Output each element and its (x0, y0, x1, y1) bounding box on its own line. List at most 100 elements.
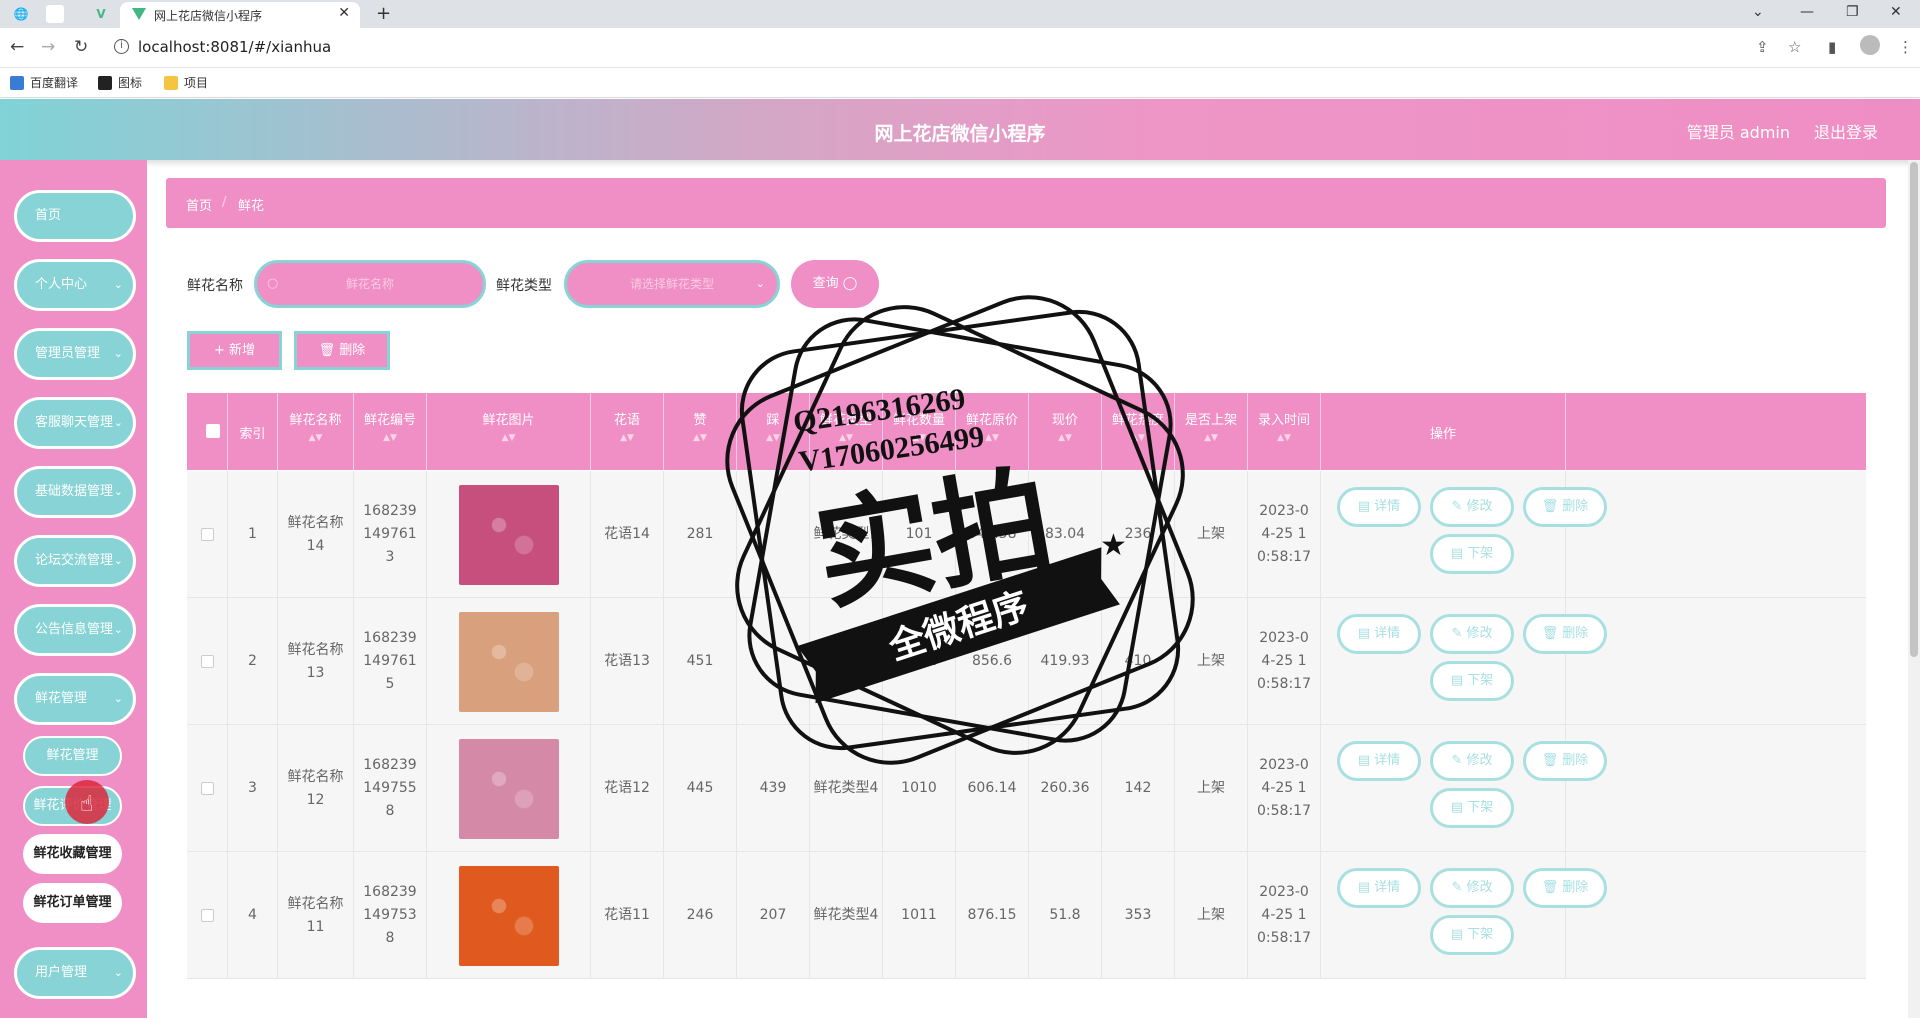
edit-button[interactable]: ✎ 修改 (1430, 868, 1514, 908)
sort-icon[interactable]: ▲▼ (427, 433, 590, 443)
tab-list-icon[interactable]: ⌄ (1752, 4, 1764, 20)
delete-button[interactable]: 🗑 删除 (1523, 614, 1607, 654)
detail-label: 详情 (1374, 626, 1401, 641)
sidebar-item-flowers[interactable]: 鲜花管理 ⌄ (14, 673, 136, 725)
table-cell-time: 2023-04-25 10:58:17 (1248, 471, 1321, 598)
sidebar-item-admin[interactable]: 管理员管理 ⌄ (14, 328, 136, 380)
sidebar-item-chat[interactable]: 客服聊天管理 ⌄ (14, 397, 136, 449)
row-checkbox[interactable] (200, 528, 214, 541)
detail-button[interactable]: ▤ 详情 (1337, 487, 1421, 527)
breadcrumb-separator: / (222, 195, 227, 210)
sidebar-sub-flower-favorite[interactable]: 鲜花收藏管理 (23, 834, 122, 874)
column-header[interactable]: 鲜花图片 ▲▼ (427, 393, 591, 470)
sidebar-item-forum[interactable]: 论坛交流管理 ⌄ (14, 535, 136, 587)
sidebar-item-home[interactable]: 首页 (14, 190, 136, 242)
cell-text: 3 (248, 780, 257, 796)
back-icon[interactable]: ← (10, 37, 24, 57)
new-tab-button[interactable]: + (376, 3, 391, 24)
bookmark-baidu-translate[interactable]: 百度翻译 (10, 74, 78, 91)
sidebar-item-profile[interactable]: 个人中心 ⌄ (14, 259, 136, 311)
page-scrollbar-thumb[interactable] (1910, 162, 1918, 657)
column-header[interactable]: 录入时间 ▲▼ (1248, 393, 1321, 470)
detail-button[interactable]: ▤ 详情 (1337, 614, 1421, 654)
cell-text: 上架 (1197, 653, 1225, 669)
sidebar-sub-flower-order[interactable]: 鲜花订单管理 (23, 883, 122, 923)
edit-button[interactable]: ✎ 修改 (1430, 741, 1514, 781)
delete-button[interactable]: 🗑 删除 (294, 331, 390, 370)
cell-text: 445 (686, 780, 714, 796)
current-user: 管理员 admin (1686, 123, 1790, 142)
url-text[interactable]: localhost:8081/#/xianhua (138, 38, 331, 56)
sidebar-item-basedata[interactable]: 基础数据管理 ⌄ (14, 466, 136, 518)
delete-label: 删除 (1562, 499, 1589, 514)
minimize-icon[interactable]: — (1800, 4, 1814, 20)
column-header[interactable]: 鲜花编号 ▲▼ (354, 393, 427, 470)
bookmark-project[interactable]: 项目 (164, 74, 208, 91)
bookmark-icons[interactable]: 图标 (98, 74, 142, 91)
offshelf-button[interactable]: ▤ 下架 (1430, 788, 1514, 828)
chevron-down-icon: ⌄ (113, 485, 123, 498)
offshelf-icon: ▤ (1450, 800, 1464, 815)
column-header-label: 录入时间 (1257, 413, 1310, 428)
menu-dots-icon[interactable]: ⋮ (1898, 38, 1913, 56)
table-cell-actions: ▤ 详情 ✎ 修改 🗑 删除 ▤ 下架 (1321, 852, 1607, 979)
maximize-icon[interactable]: ❐ (1846, 4, 1859, 20)
detail-button[interactable]: ▤ 详情 (1337, 868, 1421, 908)
active-tab[interactable]: 网上花店微信小程序 ✕ (120, 2, 360, 28)
detail-icon: ▤ (1357, 626, 1371, 641)
star-icon[interactable]: ☆ (1788, 38, 1801, 56)
url-omnibox[interactable]: i localhost:8081/#/xianhua (104, 34, 1784, 62)
sidebar-item-notice[interactable]: 公告信息管理 ⌄ (14, 604, 136, 656)
sidebar-sub-flower-manage[interactable]: 鲜花管理 (23, 736, 122, 776)
offshelf-icon: ▤ (1450, 673, 1464, 688)
row-checkbox-cell (187, 598, 228, 725)
row-checkbox[interactable] (200, 655, 214, 668)
sort-icon[interactable]: ▲▼ (1248, 433, 1320, 443)
profile-avatar[interactable] (1860, 35, 1880, 55)
table-cell-code: 1682391497538 (354, 852, 427, 979)
sort-icon[interactable]: ▲▼ (354, 433, 426, 443)
reload-icon[interactable]: ↻ (74, 37, 88, 57)
select-all-checkbox[interactable] (206, 424, 220, 438)
image-icon (98, 75, 112, 90)
detail-button[interactable]: ▤ 详情 (1337, 741, 1421, 781)
window-close-icon[interactable]: ✕ (1890, 4, 1902, 20)
row-checkbox[interactable] (200, 909, 214, 922)
sidepanel-icon[interactable]: ▮ (1828, 38, 1836, 56)
detail-label: 详情 (1374, 753, 1401, 768)
add-button[interactable]: + 新增 (187, 331, 282, 370)
share-icon[interactable]: ⇪ (1756, 38, 1769, 56)
vue-tab-icon[interactable]: V (92, 5, 110, 23)
delete-button[interactable]: 🗑 删除 (1523, 741, 1607, 781)
delete-icon: 🗑 (1541, 753, 1559, 768)
table-cell-name: 鲜花名称13 (278, 598, 354, 725)
chevron-down-icon: ⌄ (113, 966, 123, 979)
delete-icon: 🗑 (1541, 880, 1559, 895)
edit-button[interactable]: ✎ 修改 (1430, 614, 1514, 654)
logout-link[interactable]: 退出登录 (1814, 119, 1878, 143)
flower-image (458, 484, 559, 585)
flower-name-input[interactable]: ○ 鲜花名称 (254, 260, 486, 308)
delete-button[interactable]: 🗑 删除 (1523, 487, 1607, 527)
row-checkbox[interactable] (200, 782, 214, 795)
table-cell-code: 1682391497558 (354, 725, 427, 852)
close-tab-icon[interactable]: ✕ (338, 5, 350, 21)
sort-icon[interactable]: ▲▼ (278, 433, 353, 443)
globe-icon[interactable]: 🌐 (12, 5, 30, 23)
edit-button[interactable]: ✎ 修改 (1430, 487, 1514, 527)
offshelf-button[interactable]: ▤ 下架 (1430, 534, 1514, 574)
edit-icon: ✎ (1451, 753, 1463, 768)
blank-tab-icon[interactable] (46, 5, 64, 23)
site-info-icon[interactable]: i (114, 39, 129, 54)
offshelf-label: 下架 (1467, 673, 1494, 688)
offshelf-button[interactable]: ▤ 下架 (1430, 661, 1514, 701)
forward-icon[interactable]: → (41, 37, 55, 57)
column-header[interactable]: 花语 ▲▼ (591, 393, 664, 470)
sort-icon[interactable]: ▲▼ (591, 433, 663, 443)
cell-text: 207 (759, 907, 787, 923)
offshelf-button[interactable]: ▤ 下架 (1430, 915, 1514, 955)
column-header[interactable]: 鲜花名称 ▲▼ (278, 393, 354, 470)
sidebar-item-users[interactable]: 用户管理 ⌄ (14, 947, 136, 999)
breadcrumb-home[interactable]: 首页 (186, 195, 212, 214)
delete-button[interactable]: 🗑 删除 (1523, 868, 1607, 908)
